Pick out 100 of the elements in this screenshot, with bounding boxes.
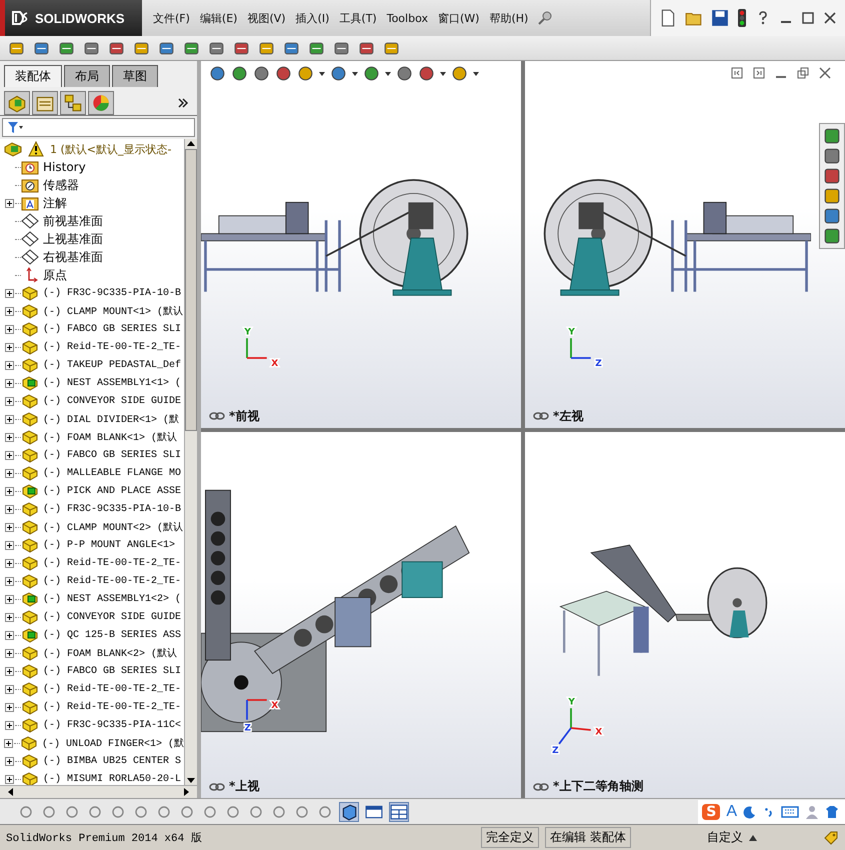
tree-item[interactable]: (-) Reid-TE-00-TE-2_TE-: [0, 698, 184, 716]
assembly-name[interactable]: 1 (默认<默认_显示状态-: [50, 142, 172, 156]
tree-item[interactable]: 右视基准面: [0, 248, 184, 266]
tree-item[interactable]: (-) CLAMP MOUNT<1> (默认: [0, 302, 184, 320]
tree-item[interactable]: (-) NEST ASSEMBLY1<1> (: [0, 374, 184, 392]
menu-item[interactable]: 帮助(H): [484, 10, 534, 26]
tree-item[interactable]: History: [0, 158, 184, 176]
tree-item[interactable]: (-) Reid-TE-00-TE-2_TE-: [0, 680, 184, 698]
menu-item[interactable]: 工具(T): [334, 10, 382, 26]
tree-item[interactable]: (-) CONVEYOR SIDE GUIDE: [0, 392, 184, 410]
dropdown-caret-icon[interactable]: [352, 72, 358, 76]
expand-icon[interactable]: [4, 396, 14, 406]
tree-item[interactable]: (-) Reid-TE-00-TE-2_TE-: [0, 554, 184, 572]
scroll-right-icon[interactable]: [183, 787, 191, 797]
link-icon[interactable]: [533, 411, 549, 421]
dropdown-caret-icon[interactable]: [473, 72, 479, 76]
expand-icon[interactable]: [4, 774, 14, 784]
tree-item[interactable]: (-) MALLEABLE FLANGE MO: [0, 464, 184, 482]
tree-item[interactable]: (-) CONVEYOR SIDE GUIDE: [0, 608, 184, 626]
expand-icon[interactable]: [4, 288, 14, 298]
configuration-tab-icon[interactable]: [60, 91, 86, 115]
filter-field[interactable]: [2, 118, 195, 137]
tree-item[interactable]: (-) TAKEUP PEDASTAL_Def: [0, 356, 184, 374]
viewport[interactable]: Y X Z *上下二等角轴测: [525, 432, 845, 798]
tree-item[interactable]: (-) BIMBA UB25 CENTER S: [0, 752, 184, 770]
tree-item[interactable]: 前视基准面: [0, 212, 184, 230]
expand-icon[interactable]: [4, 342, 14, 352]
tree-item[interactable]: (-) PICK AND PLACE ASSE: [0, 482, 184, 500]
expand-icon[interactable]: [4, 540, 14, 550]
expand-icon[interactable]: [4, 468, 14, 478]
tree-item[interactable]: (-) NEST ASSEMBLY1<2> (: [0, 590, 184, 608]
tree-item[interactable]: (-) FOAM BLANK<2> (默认: [0, 644, 184, 662]
expand-icon[interactable]: [4, 432, 14, 442]
traffic-light-icon[interactable]: [737, 9, 747, 27]
ime-mode[interactable]: A: [726, 802, 737, 820]
menu-item[interactable]: Toolbox: [382, 12, 433, 24]
expand-icon[interactable]: [4, 612, 14, 622]
panel-tab[interactable]: 装配体: [4, 65, 62, 87]
shirt-icon[interactable]: [825, 804, 839, 818]
appearance-tab-icon[interactable]: [88, 91, 114, 115]
save-icon[interactable]: [711, 9, 729, 27]
new-document-icon[interactable]: [659, 9, 677, 27]
expand-icon[interactable]: [4, 414, 14, 424]
units-dropdown[interactable]: 自定义: [707, 829, 743, 846]
expand-icon[interactable]: [4, 450, 14, 460]
tree-item[interactable]: (-) MISUMI RORLA50-20-L: [0, 770, 184, 785]
tag-icon[interactable]: [823, 830, 839, 846]
pin-icon[interactable]: [537, 10, 554, 26]
expand-icon[interactable]: [4, 720, 14, 730]
table-icon[interactable]: [390, 802, 408, 820]
viewport[interactable]: Y X *前视: [201, 61, 521, 428]
tile-right-icon[interactable]: [753, 67, 765, 79]
tree-item[interactable]: (-) DIAL DIVIDER<1> (默: [0, 410, 184, 428]
tree-item[interactable]: (-) P-P MOUNT ANGLE<1>: [0, 536, 184, 554]
shaded-cube-icon[interactable]: [340, 802, 358, 820]
tree-item[interactable]: (-) QC 125-B SERIES ASS: [0, 626, 184, 644]
expand-chevron-icon[interactable]: [177, 97, 189, 109]
expand-icon[interactable]: [4, 522, 14, 532]
scroll-left-icon[interactable]: [6, 787, 14, 797]
tree-item[interactable]: 传感器: [0, 176, 184, 194]
feature-tree-tab-icon[interactable]: [4, 91, 30, 115]
caret-up-icon[interactable]: [749, 834, 757, 840]
expand-icon[interactable]: [4, 684, 14, 694]
maximize-icon[interactable]: [801, 11, 815, 25]
moon-icon[interactable]: [743, 804, 757, 818]
scroll-thumb[interactable]: [185, 149, 197, 431]
tree-item[interactable]: (-) FR3C-9C335-PIA-10-B: [0, 284, 184, 302]
vertical-scrollbar[interactable]: [184, 139, 197, 785]
tree-item[interactable]: 原点: [0, 266, 184, 284]
keyboard-icon[interactable]: [781, 806, 799, 818]
tree-item[interactable]: (-) FR3C-9C335-PIA-10-B: [0, 500, 184, 518]
menu-item[interactable]: 窗口(W): [432, 10, 484, 26]
expand-icon[interactable]: [4, 378, 14, 388]
expand-icon[interactable]: [4, 630, 14, 640]
expand-icon[interactable]: [4, 702, 14, 712]
expand-icon[interactable]: [4, 558, 14, 568]
link-icon[interactable]: [209, 411, 225, 421]
tree-item[interactable]: 注解: [0, 194, 184, 212]
restore-icon[interactable]: [797, 67, 809, 79]
close-icon[interactable]: [819, 67, 831, 79]
expand-icon[interactable]: [4, 576, 14, 586]
tile-left-icon[interactable]: [731, 67, 743, 79]
close-icon[interactable]: [823, 11, 837, 25]
tree-item[interactable]: (-) UNLOAD FINGER<1> (默: [0, 734, 184, 752]
viewport[interactable]: Y Z *左视: [525, 61, 845, 428]
link-icon[interactable]: [209, 782, 225, 792]
horizontal-scrollbar[interactable]: [0, 785, 197, 798]
tree-item[interactable]: 上视基准面: [0, 230, 184, 248]
expand-icon[interactable]: [4, 666, 14, 676]
property-tab-icon[interactable]: [32, 91, 58, 115]
expand-icon[interactable]: [4, 738, 14, 748]
menu-item[interactable]: 插入(I): [290, 10, 334, 26]
expand-icon[interactable]: [4, 486, 14, 496]
expand-icon[interactable]: [4, 648, 14, 658]
dropdown-caret-icon[interactable]: [319, 72, 325, 76]
panel-tab[interactable]: 布局: [64, 65, 110, 87]
tree-item[interactable]: (-) FR3C-9C335-PIA-11C<: [0, 716, 184, 734]
expand-icon[interactable]: [4, 198, 14, 208]
expand-icon[interactable]: [4, 504, 14, 514]
expand-icon[interactable]: [4, 324, 14, 334]
